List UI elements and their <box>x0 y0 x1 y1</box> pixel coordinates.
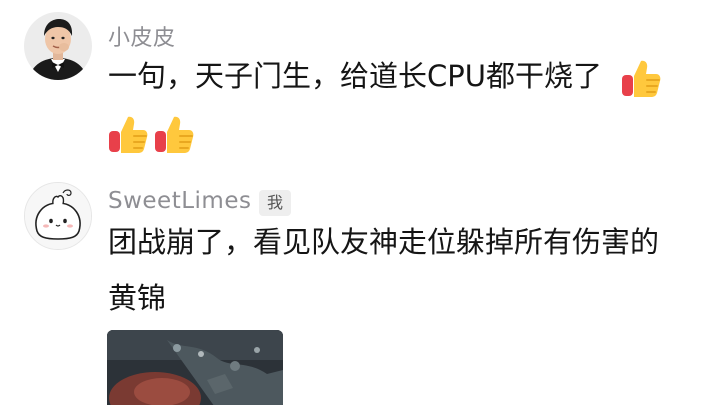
thumbs-up-emoji <box>106 112 150 156</box>
comment-item: 小皮皮 一句，天子门生，给道长CPU都干烧了 <box>0 0 720 175</box>
comment-text-line: 黄锦 <box>108 281 167 315</box>
attached-image[interactable] <box>107 330 283 405</box>
comment-text-line: 团战崩了，看见队友神走位躲掉所有伤害的 <box>108 225 660 259</box>
avatar[interactable] <box>24 182 92 250</box>
username[interactable]: 小皮皮 <box>108 20 176 52</box>
comment-item: SweetLimes 我 团战崩了，看见队友神走位躲掉所有伤害的 黄锦 <box>0 175 720 405</box>
username[interactable]: SweetLimes <box>108 188 251 214</box>
avatar[interactable] <box>24 12 92 80</box>
thumbs-up-emoji <box>619 56 663 100</box>
comment-thread: 小皮皮 一句，天子门生，给道长CPU都干烧了 SweetLimes 我 团战崩了… <box>0 0 720 405</box>
comment-text: 一句，天子门生，给道长CPU都干烧了 <box>108 59 602 93</box>
game-screenshot-image <box>107 330 283 405</box>
author-self-badge: 我 <box>259 190 291 216</box>
thumbs-up-emoji <box>152 112 196 156</box>
avatar-photo <box>24 12 92 80</box>
bun-avatar-icon <box>25 183 91 249</box>
